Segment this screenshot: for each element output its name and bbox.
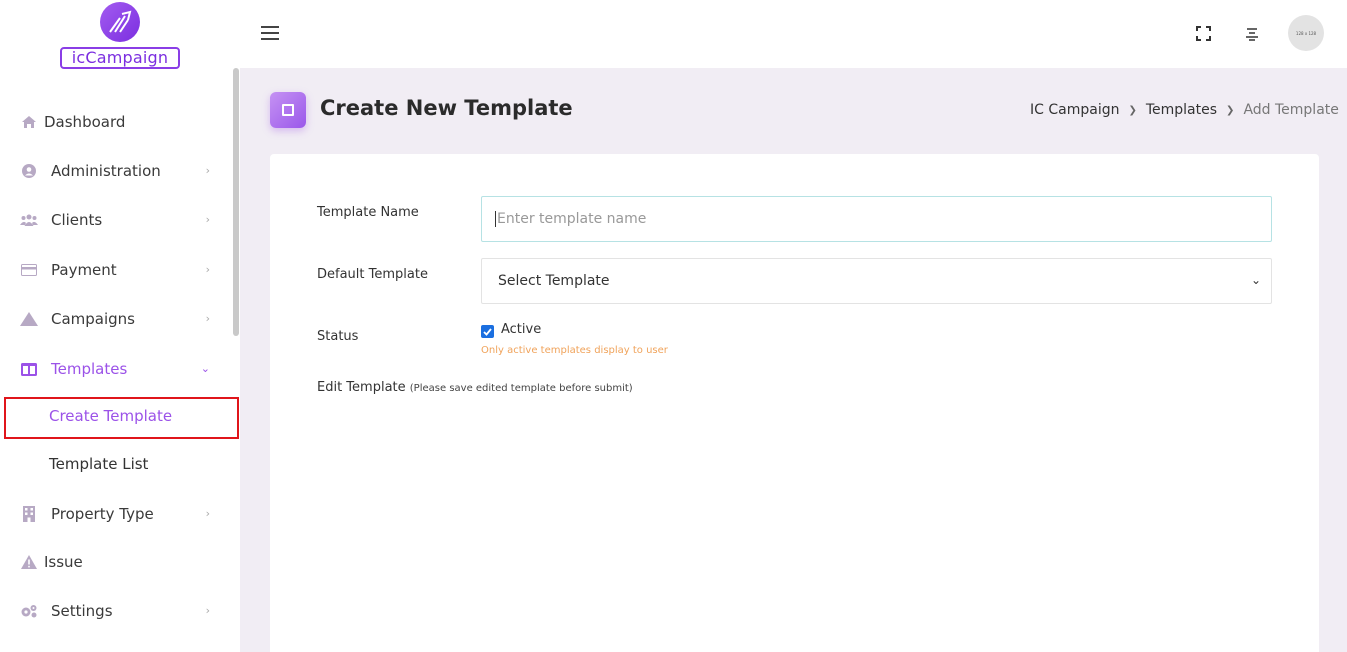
home-icon: [20, 113, 38, 131]
mountain-icon: [20, 310, 38, 328]
edit-template-note: (Please save edited template before subm…: [409, 383, 633, 394]
default-template-select[interactable]: Select Template ⌄: [481, 258, 1272, 304]
chevron-right-icon: ›: [205, 164, 210, 177]
sidebar-item-dashboard[interactable]: Dashboard: [20, 107, 220, 137]
sidebar-item-settings[interactable]: Settings ›: [20, 596, 220, 626]
checkmark-icon: [483, 327, 492, 336]
breadcrumb-item[interactable]: IC Campaign: [1030, 102, 1119, 118]
sidebar-item-label: Templates: [51, 360, 128, 378]
chevron-down-icon: ⌄: [200, 362, 210, 375]
sidebar-item-templates[interactable]: Templates ⌄: [20, 354, 220, 384]
sidebar-subitem-template-list[interactable]: Template List: [49, 455, 148, 473]
sidebar-item-payment[interactable]: Payment ›: [20, 255, 220, 285]
logo-text: icCampaign: [60, 47, 180, 69]
sidebar-item-label: Settings: [51, 602, 113, 620]
logo-mark-icon: [100, 2, 140, 42]
sidebar-item-label: Payment: [51, 261, 117, 279]
sidebar-scrollbar[interactable]: [233, 68, 239, 336]
sidebar-item-label: Clients: [51, 211, 103, 229]
status-label: Status: [317, 329, 359, 344]
chevron-right-icon: ›: [205, 263, 210, 276]
edit-template-title: Edit Template: [317, 380, 406, 395]
chevron-right-icon: ❯: [1128, 104, 1137, 116]
default-template-label: Default Template: [317, 267, 428, 282]
sidebar-item-issue[interactable]: Issue: [20, 547, 220, 577]
sidebar-item-clients[interactable]: Clients ›: [20, 205, 220, 235]
breadcrumb-item[interactable]: Templates: [1146, 102, 1217, 118]
sidebar-item-property-type[interactable]: Property Type ›: [20, 499, 220, 529]
brand-logo[interactable]: icCampaign: [60, 2, 182, 70]
credit-card-icon: [20, 261, 38, 279]
edit-template-label: Edit Template (Please save edited templa…: [317, 380, 633, 395]
breadcrumb: IC Campaign ❯ Templates ❯ Add Template: [1030, 102, 1339, 118]
chevron-right-icon: ❯: [1226, 104, 1235, 116]
template-name-placeholder: Enter template name: [497, 211, 647, 227]
sidebar-item-administration[interactable]: Administration ›: [20, 156, 220, 186]
chevron-right-icon: ›: [205, 604, 210, 617]
text-cursor: [495, 211, 496, 227]
page-title: Create New Template: [320, 96, 573, 120]
template-name-label: Template Name: [317, 205, 419, 220]
active-checkbox-label[interactable]: Active: [501, 322, 541, 337]
sidebar: icCampaign Dashboard Administration › Cl…: [0, 0, 240, 652]
top-header: 128 x 128: [240, 0, 1347, 68]
chevron-right-icon: ›: [205, 213, 210, 226]
active-hint-text: Only active templates display to user: [481, 345, 668, 356]
menu-toggle-icon[interactable]: [261, 26, 279, 40]
cogs-icon: [20, 602, 38, 620]
columns-icon: [20, 360, 38, 378]
building-icon: [20, 505, 38, 523]
align-center-icon[interactable]: [1245, 26, 1259, 41]
sidebar-item-label: Campaigns: [51, 310, 136, 328]
warning-icon: [20, 553, 38, 571]
sidebar-item-label: Dashboard: [44, 113, 126, 131]
page-title-icon: [270, 92, 306, 128]
template-name-input[interactable]: Enter template name: [481, 196, 1272, 242]
sidebar-subitem-create-template[interactable]: Create Template: [49, 407, 172, 425]
avatar[interactable]: 128 x 128: [1288, 15, 1324, 51]
fullscreen-icon[interactable]: [1196, 26, 1211, 41]
users-icon: [20, 211, 38, 229]
default-template-value: Select Template: [498, 273, 610, 289]
chevron-down-icon: ⌄: [1250, 273, 1261, 287]
chevron-right-icon: ›: [205, 312, 210, 325]
sidebar-item-label: Property Type: [51, 505, 154, 523]
sidebar-item-campaigns[interactable]: Campaigns ›: [20, 304, 220, 334]
sidebar-item-label: Issue: [44, 553, 83, 571]
breadcrumb-current: Add Template: [1243, 102, 1339, 118]
form-card: Template Name Enter template name Defaul…: [270, 154, 1319, 652]
user-circle-icon: [20, 162, 38, 180]
active-checkbox[interactable]: [481, 325, 494, 338]
chevron-right-icon: ›: [205, 507, 210, 520]
sidebar-item-label: Administration: [51, 162, 161, 180]
